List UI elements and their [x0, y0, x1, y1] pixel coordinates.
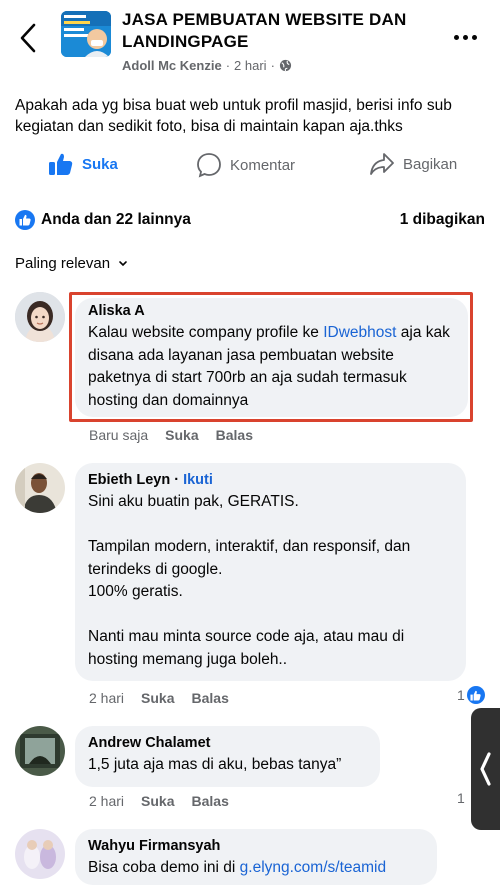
reactions-count[interactable]: Anda dan 22 lainnya — [15, 210, 191, 230]
comment-reply-button[interactable]: Balas — [216, 427, 253, 443]
share-icon — [370, 153, 394, 175]
comment-text: Sini aku buatin pak, GERATIS. Tampilan m… — [88, 493, 411, 668]
post-time[interactable]: 2 hari — [234, 58, 267, 73]
comment-bubble: Ebieth Leyn · Ikuti Sini aku buatin pak,… — [75, 463, 466, 681]
comment-meta: Baru saja Suka Balas — [89, 427, 253, 443]
commenter-name[interactable]: Ebieth Leyn — [88, 472, 170, 488]
chevron-down-icon — [119, 260, 127, 266]
dot — [463, 34, 468, 40]
comment-link[interactable]: g.elyng.com/s/teamid — [240, 859, 386, 876]
follow-button[interactable]: Ikuti — [183, 472, 213, 488]
comment-bubble: Andrew Chalamet 1,5 juta aja mas di aku,… — [75, 726, 380, 787]
commenter-name[interactable]: Wahyu Firmansyah — [88, 838, 424, 854]
avatar[interactable] — [15, 829, 65, 879]
like-reaction-icon — [466, 686, 485, 704]
post-text: Apakah ada yg bisa buat web untuk profil… — [15, 97, 452, 135]
group-avatar-image — [61, 11, 111, 57]
comment-time: 2 hari — [89, 690, 125, 706]
avatar-image — [15, 726, 65, 776]
thumbs-up-icon — [49, 153, 73, 175]
share-button[interactable]: Bagikan — [369, 152, 457, 176]
avatar[interactable] — [15, 463, 65, 513]
comment-text: Bisa coba demo ini di g.elyng.com/s/team… — [88, 857, 424, 880]
highlight-box — [69, 292, 473, 422]
share-label: Bagikan — [403, 155, 458, 173]
comment-label: Komentar — [230, 156, 296, 174]
comment-sort-dropdown[interactable]: Paling relevan — [15, 255, 128, 272]
commenter-name[interactable]: Andrew Chalamet — [88, 735, 367, 751]
meta-separator-2: · — [270, 58, 275, 73]
side-chevron-icon — [480, 752, 491, 786]
comment-time: Baru saja — [89, 427, 149, 443]
dot — [472, 34, 477, 40]
reactions-text: Anda dan 22 lainnya — [41, 211, 191, 228]
comment-reply-button[interactable]: Balas — [192, 793, 229, 809]
comment-bubble: Wahyu Firmansyah Bisa coba demo ini di g… — [75, 829, 437, 885]
comment-like-button[interactable]: Suka — [165, 427, 198, 443]
more-options-button[interactable] — [454, 30, 486, 44]
shares-count[interactable]: 1 dibagikan — [400, 211, 485, 229]
comment-icon — [197, 153, 221, 178]
comment-text: 1,5 juta aja mas di aku, bebas tanya” — [88, 756, 342, 773]
reaction-count[interactable]: 1 — [457, 790, 465, 806]
commenter-header: Ebieth Leyn · Ikuti — [88, 472, 453, 488]
comment-meta: 2 hari Suka Balas — [89, 690, 229, 706]
comment-time: 2 hari — [89, 793, 125, 809]
comment-like-button[interactable]: Suka — [141, 690, 174, 706]
group-avatar[interactable] — [61, 11, 111, 57]
avatar-image — [15, 292, 65, 342]
avatar[interactable] — [15, 292, 65, 342]
more-dots-icon — [454, 34, 459, 40]
like-reaction-icon — [15, 210, 35, 230]
comment-button[interactable]: Komentar — [196, 152, 295, 178]
avatar-image — [15, 463, 65, 513]
reactions-summary: Anda dan 22 lainnya 1 dibagikan — [15, 209, 485, 231]
thumbs-up-small-icon — [19, 214, 31, 226]
comment-text-part: Bisa coba demo ini di — [88, 859, 240, 876]
comment-reply-button[interactable]: Balas — [192, 690, 229, 706]
meta-separator: · — [225, 58, 231, 73]
comment-reactions[interactable]: 1 — [457, 686, 485, 704]
back-button[interactable] — [14, 20, 44, 56]
globe-icon — [279, 59, 291, 72]
post-author[interactable]: Adoll Mc Kenzie — [122, 58, 222, 73]
sort-label: Paling relevan — [15, 255, 111, 272]
like-label: Suka — [82, 155, 118, 173]
group-title[interactable]: JASA PEMBUATAN WEBSITE DAN LANDINGPAGE — [122, 9, 422, 53]
avatar-image — [15, 829, 65, 879]
side-panel-handle[interactable] — [471, 708, 500, 830]
post-actions: Suka Komentar Bagikan — [0, 152, 500, 188]
comment-like-button[interactable]: Suka — [141, 793, 174, 809]
comment-meta: 2 hari Suka Balas — [89, 793, 229, 809]
reaction-count: 1 — [457, 687, 465, 703]
back-arrow-icon — [20, 23, 36, 53]
like-button[interactable]: Suka — [48, 152, 118, 176]
thumbs-up-small-icon — [470, 690, 481, 701]
avatar[interactable] — [15, 726, 65, 776]
name-separator: · — [174, 472, 180, 488]
post-meta: Adoll Mc Kenzie · 2 hari · — [122, 58, 292, 73]
